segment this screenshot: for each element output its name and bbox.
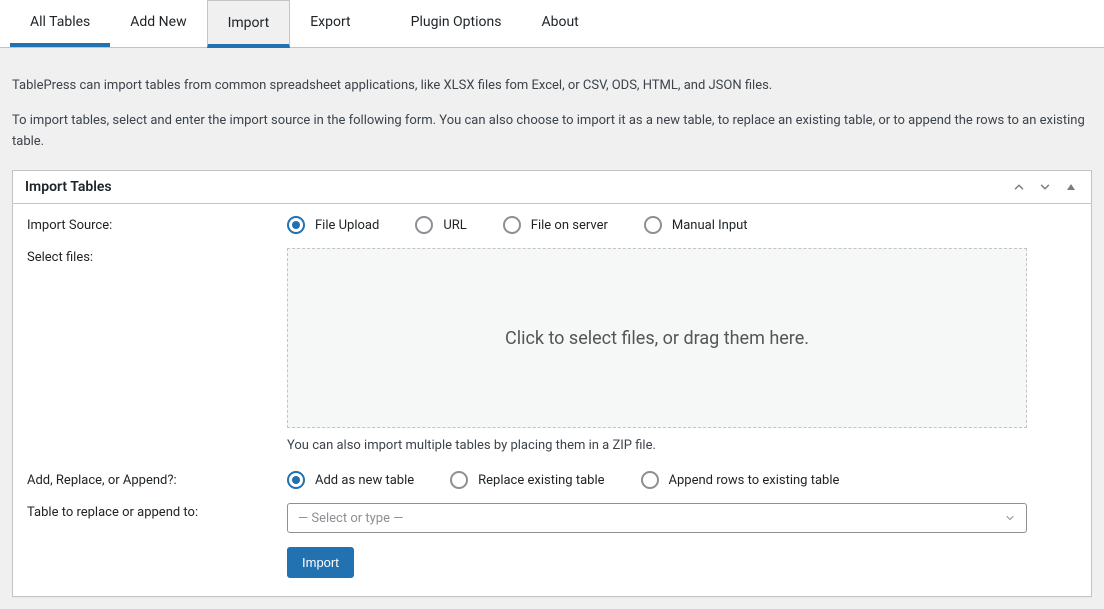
admin-tabs: All Tables Add New Import Export Plugin … (0, 0, 1104, 48)
tab-import[interactable]: Import (207, 0, 291, 48)
radio-label: File Upload (315, 218, 379, 233)
radio-label: URL (443, 218, 466, 233)
import-button[interactable]: Import (287, 547, 354, 578)
mode-radios: Add as new table Replace existing table … (287, 471, 1077, 489)
radio-label: File on server (531, 218, 608, 233)
panel-body: Import Source: File Upload URL (13, 204, 1091, 596)
label-select-files: Select files: (27, 248, 287, 265)
dropzone-text: Click to select files, or drag them here… (505, 328, 809, 349)
move-down-icon[interactable] (1037, 179, 1053, 195)
intro-text-1: TablePress can import tables from common… (12, 76, 1092, 97)
radio-manual-input[interactable]: Manual Input (644, 216, 748, 234)
zip-note: You can also import multiple tables by p… (287, 438, 1077, 453)
label-mode: Add, Replace, or Append?: (27, 471, 287, 488)
move-up-icon[interactable] (1011, 179, 1027, 195)
tab-add-new[interactable]: Add New (110, 0, 206, 47)
label-target-table: Table to replace or append to: (27, 503, 287, 520)
radio-append[interactable]: Append rows to existing table (641, 471, 840, 489)
radio-label: Manual Input (672, 218, 748, 233)
tab-all-tables[interactable]: All Tables (10, 0, 110, 47)
select-placeholder: — Select or type — (298, 511, 403, 526)
page-content: TablePress can import tables from common… (0, 48, 1104, 609)
target-table-select[interactable]: — Select or type — (287, 503, 1027, 533)
panel-title: Import Tables (25, 179, 112, 195)
intro-text-2: To import tables, select and enter the i… (12, 111, 1092, 153)
tab-export[interactable]: Export (290, 0, 370, 47)
import-tables-panel: Import Tables Import Source: (12, 170, 1092, 597)
tab-plugin-options[interactable]: Plugin Options (391, 0, 522, 47)
radio-file-on-server[interactable]: File on server (503, 216, 608, 234)
toggle-panel-icon[interactable] (1063, 179, 1079, 195)
label-import-source: Import Source: (27, 216, 287, 233)
panel-actions (1011, 179, 1079, 195)
tab-about[interactable]: About (521, 0, 598, 47)
radio-label: Replace existing table (478, 473, 604, 488)
radio-url[interactable]: URL (415, 216, 466, 234)
file-dropzone[interactable]: Click to select files, or drag them here… (287, 248, 1027, 428)
radio-label: Add as new table (315, 473, 414, 488)
import-source-radios: File Upload URL File on server Manu (287, 216, 1077, 234)
panel-header: Import Tables (13, 171, 1091, 204)
radio-file-upload[interactable]: File Upload (287, 216, 379, 234)
radio-add-new[interactable]: Add as new table (287, 471, 414, 489)
radio-replace[interactable]: Replace existing table (450, 471, 604, 489)
chevron-down-icon (1004, 512, 1016, 524)
radio-label: Append rows to existing table (669, 473, 840, 488)
